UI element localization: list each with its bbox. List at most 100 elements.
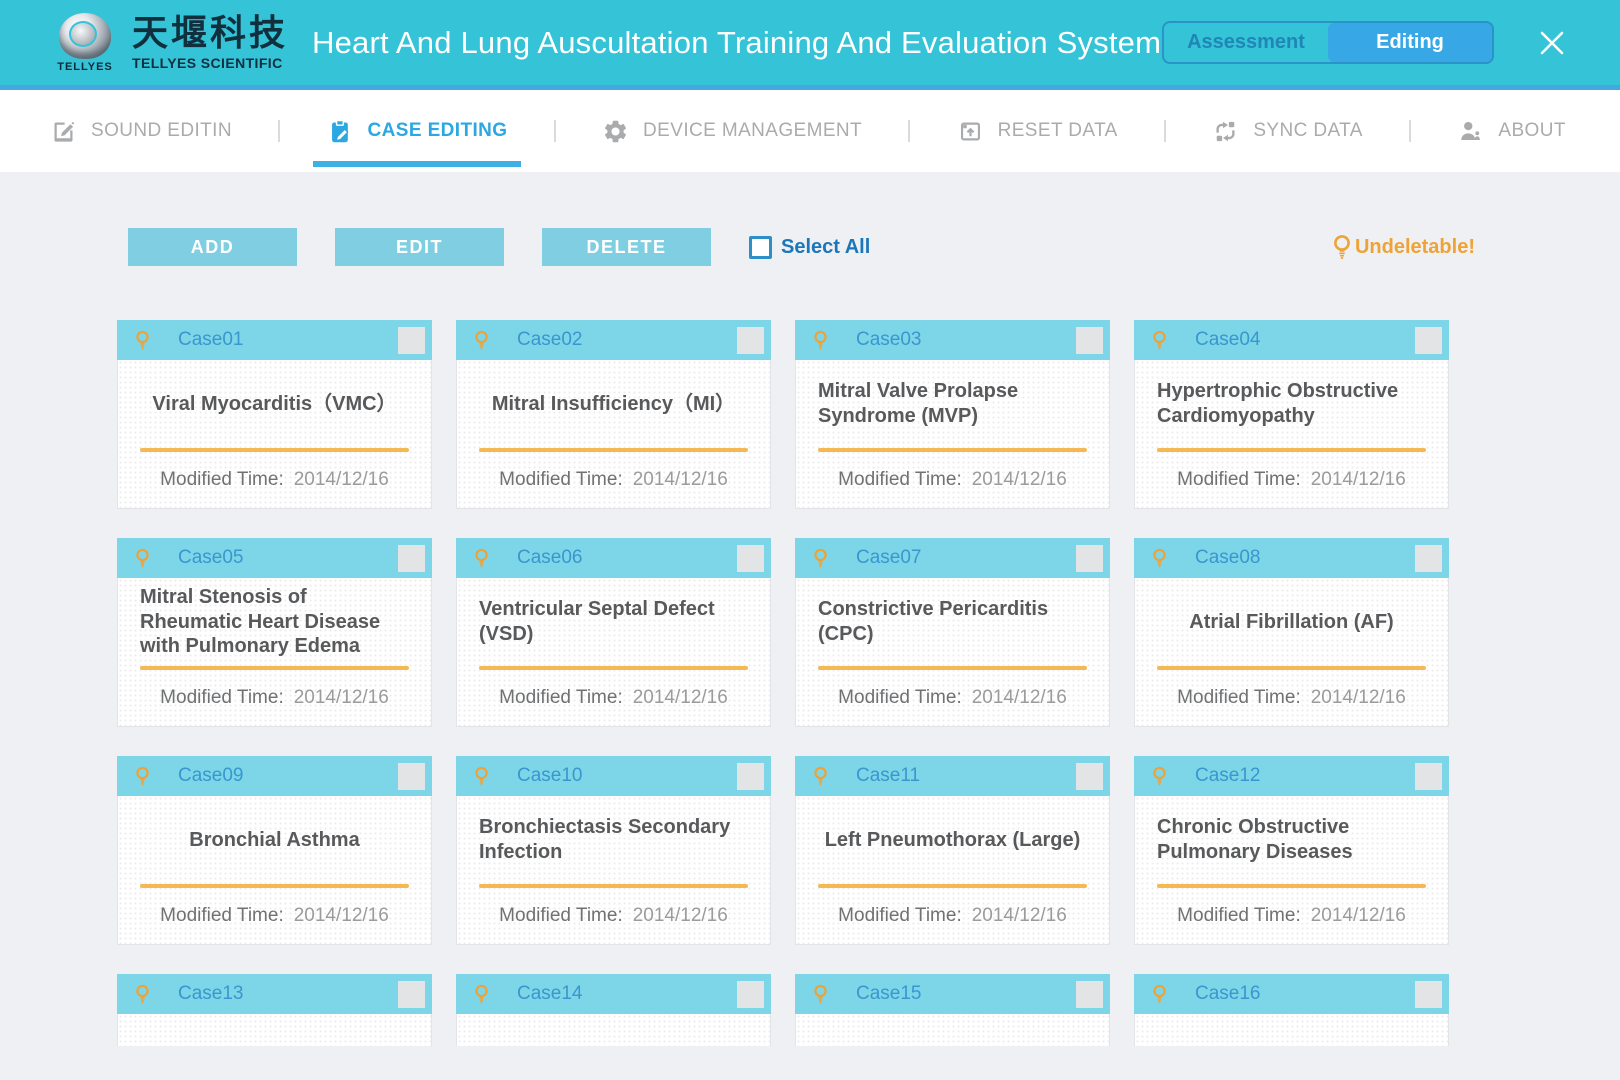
modified-time-label: Modified Time: xyxy=(160,469,284,491)
assessment-tab[interactable]: Assessment xyxy=(1164,23,1328,62)
case-card: Case15 xyxy=(795,974,1110,1046)
case-title-area xyxy=(1157,1014,1426,1046)
case-select-checkbox[interactable] xyxy=(1415,763,1442,790)
case-card-body: Ventricular Septal Defect (VSD) Modified… xyxy=(456,578,771,727)
case-title-area: Constrictive Pericarditis (CPC) xyxy=(818,578,1087,666)
add-button[interactable]: ADD xyxy=(128,228,297,266)
case-id-label: Case10 xyxy=(517,765,583,787)
modified-time-value: 2014/12/16 xyxy=(294,469,389,491)
modified-time-row: Modified Time: 2014/12/16 xyxy=(479,670,748,726)
toolbar: ADD EDIT DELETE Select All Undeletable! xyxy=(0,172,1620,266)
case-select-checkbox[interactable] xyxy=(1076,327,1103,354)
case-card: Case05 Mitral Stenosis of Rheumatic Hear… xyxy=(117,538,432,727)
lightbulb-icon xyxy=(473,765,490,788)
edit-button[interactable]: EDIT xyxy=(335,228,504,266)
modified-time-label: Modified Time: xyxy=(838,469,962,491)
lightbulb-icon xyxy=(473,547,490,570)
case-title-area xyxy=(479,1014,748,1046)
lightbulb-icon xyxy=(134,547,151,570)
undeletable-hint: Undeletable! xyxy=(1331,233,1475,261)
modified-time-value: 2014/12/16 xyxy=(1311,687,1406,709)
case-select-checkbox[interactable] xyxy=(737,545,764,572)
lightbulb-icon xyxy=(812,983,829,1006)
modified-time-row: Modified Time: 2014/12/16 xyxy=(1157,888,1426,944)
case-card-header: Case14 xyxy=(456,974,771,1014)
case-select-checkbox[interactable] xyxy=(398,981,425,1008)
case-select-checkbox[interactable] xyxy=(1415,327,1442,354)
case-select-checkbox[interactable] xyxy=(1415,981,1442,1008)
modified-time-row: Modified Time: 2014/12/16 xyxy=(479,452,748,508)
case-select-checkbox[interactable] xyxy=(398,763,425,790)
modified-time-label: Modified Time: xyxy=(1177,687,1301,709)
case-card-body xyxy=(1134,1014,1449,1046)
case-id-label: Case08 xyxy=(1195,547,1261,569)
case-title-area: Mitral Stenosis of Rheumatic Heart Disea… xyxy=(140,578,409,666)
delete-button[interactable]: DELETE xyxy=(542,228,711,266)
lightbulb-icon xyxy=(812,547,829,570)
close-button[interactable] xyxy=(1532,23,1572,63)
case-select-checkbox[interactable] xyxy=(398,327,425,354)
nav-label: ABOUT xyxy=(1498,120,1565,142)
case-card-body: Hypertrophic Obstructive Cardiomyopathy … xyxy=(1134,360,1449,509)
editing-tab[interactable]: Editing xyxy=(1328,23,1492,62)
case-title-area: Mitral Valve Prolapse Syndrome (MVP) xyxy=(818,360,1087,448)
content-area: ADD EDIT DELETE Select All Undeletable! … xyxy=(0,172,1620,1080)
case-title-area: Hypertrophic Obstructive Cardiomyopathy xyxy=(1157,360,1426,448)
case-card-body: Mitral Stenosis of Rheumatic Heart Disea… xyxy=(117,578,432,727)
select-all-control[interactable]: Select All xyxy=(749,236,870,259)
case-card-body: Chronic Obstructive Pulmonary Diseases M… xyxy=(1134,796,1449,945)
case-id-label: Case15 xyxy=(856,983,922,1005)
lightbulb-icon xyxy=(134,983,151,1006)
nav-label: RESET DATA xyxy=(998,120,1118,142)
nav-item-sync-data[interactable]: SYNC DATA xyxy=(1208,90,1367,172)
case-select-checkbox[interactable] xyxy=(737,981,764,1008)
case-select-checkbox[interactable] xyxy=(1415,545,1442,572)
nav-item-sound-editing[interactable]: SOUND EDITIN xyxy=(46,90,236,172)
modified-time-row: Modified Time: 2014/12/16 xyxy=(140,452,409,508)
case-card: Case16 xyxy=(1134,974,1449,1046)
modified-time-value: 2014/12/16 xyxy=(633,687,728,709)
case-title-area: Bronchial Asthma xyxy=(140,796,409,884)
case-card-header: Case12 xyxy=(1134,756,1449,796)
modified-time-value: 2014/12/16 xyxy=(633,469,728,491)
mode-toggle: Assessment Editing xyxy=(1162,21,1494,64)
case-select-checkbox[interactable] xyxy=(398,545,425,572)
modified-time-row: Modified Time: 2014/12/16 xyxy=(479,888,748,944)
lightbulb-icon xyxy=(1151,983,1168,1006)
modified-time-label: Modified Time: xyxy=(1177,905,1301,927)
case-card-header: Case09 xyxy=(117,756,432,796)
case-select-checkbox[interactable] xyxy=(1076,981,1103,1008)
case-card-body xyxy=(117,1014,432,1046)
case-title-area: Viral Myocarditis（VMC） xyxy=(140,360,409,448)
case-select-checkbox[interactable] xyxy=(737,327,764,354)
logo-badge-text: TELLYES xyxy=(52,61,118,73)
case-title: Atrial Fibrillation (AF) xyxy=(1189,610,1393,635)
case-card: Case12 Chronic Obstructive Pulmonary Dis… xyxy=(1134,756,1449,945)
case-title: Constrictive Pericarditis (CPC) xyxy=(818,597,1087,647)
modified-time-row: Modified Time: 2014/12/16 xyxy=(1157,452,1426,508)
lightbulb-icon xyxy=(1151,765,1168,788)
nav-label: DEVICE MANAGEMENT xyxy=(643,120,862,142)
modified-time-row: Modified Time: 2014/12/16 xyxy=(140,888,409,944)
modified-time-label: Modified Time: xyxy=(499,469,623,491)
case-select-checkbox[interactable] xyxy=(737,763,764,790)
nav-item-case-editing[interactable]: CASE EDITING xyxy=(323,90,512,172)
case-card-body: Bronchiectasis Secondary Infection Modif… xyxy=(456,796,771,945)
nav-item-about[interactable]: ABOUT xyxy=(1453,90,1569,172)
nav-item-device-management[interactable]: DEVICE MANAGEMENT xyxy=(598,90,866,172)
undeletable-label: Undeletable! xyxy=(1355,236,1475,259)
case-id-label: Case01 xyxy=(178,329,244,351)
select-all-checkbox[interactable] xyxy=(749,236,772,259)
lightbulb-icon xyxy=(473,983,490,1006)
nav-separator xyxy=(278,120,280,142)
case-id-label: Case09 xyxy=(178,765,244,787)
case-card-header: Case02 xyxy=(456,320,771,360)
case-select-checkbox[interactable] xyxy=(1076,545,1103,572)
case-id-label: Case12 xyxy=(1195,765,1261,787)
case-title: Mitral Stenosis of Rheumatic Heart Disea… xyxy=(140,585,409,659)
case-title-area: Atrial Fibrillation (AF) xyxy=(1157,578,1426,666)
nav-item-reset-data[interactable]: RESET DATA xyxy=(953,90,1122,172)
case-card-body: Mitral Valve Prolapse Syndrome (MVP) Mod… xyxy=(795,360,1110,509)
case-select-checkbox[interactable] xyxy=(1076,763,1103,790)
case-card: Case07 Constrictive Pericarditis (CPC) M… xyxy=(795,538,1110,727)
